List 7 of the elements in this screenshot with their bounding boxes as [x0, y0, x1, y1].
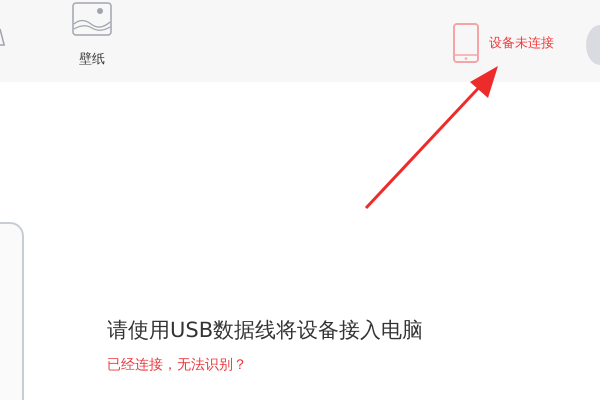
device-status-button[interactable]: 设备未连接 [453, 23, 554, 63]
partial-icon [0, 28, 5, 46]
connect-instruction: 请使用USB数据线将设备接入电脑 [107, 317, 424, 344]
help-link[interactable]: 已经连接，无法识别？ [107, 356, 424, 374]
picture-icon [72, 2, 112, 36]
phone-icon [453, 23, 479, 63]
wallpaper-button[interactable]: 壁纸 [72, 2, 112, 68]
